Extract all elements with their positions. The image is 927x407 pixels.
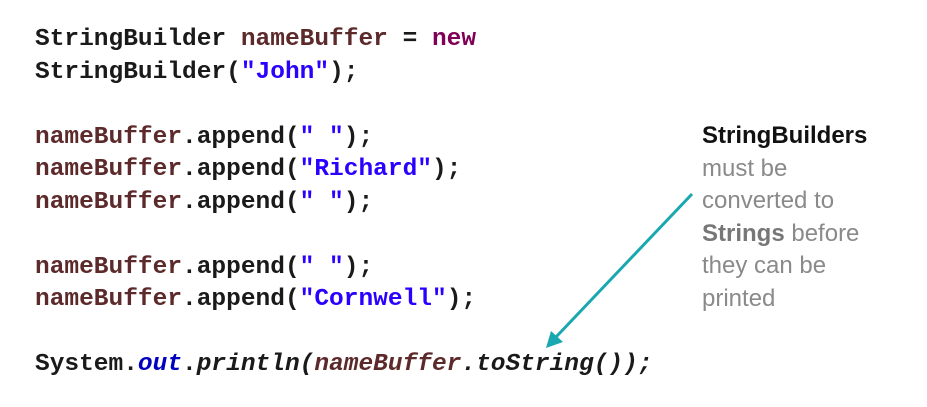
arrow-down-left-icon xyxy=(546,192,694,348)
arrow-shaft xyxy=(554,192,694,339)
